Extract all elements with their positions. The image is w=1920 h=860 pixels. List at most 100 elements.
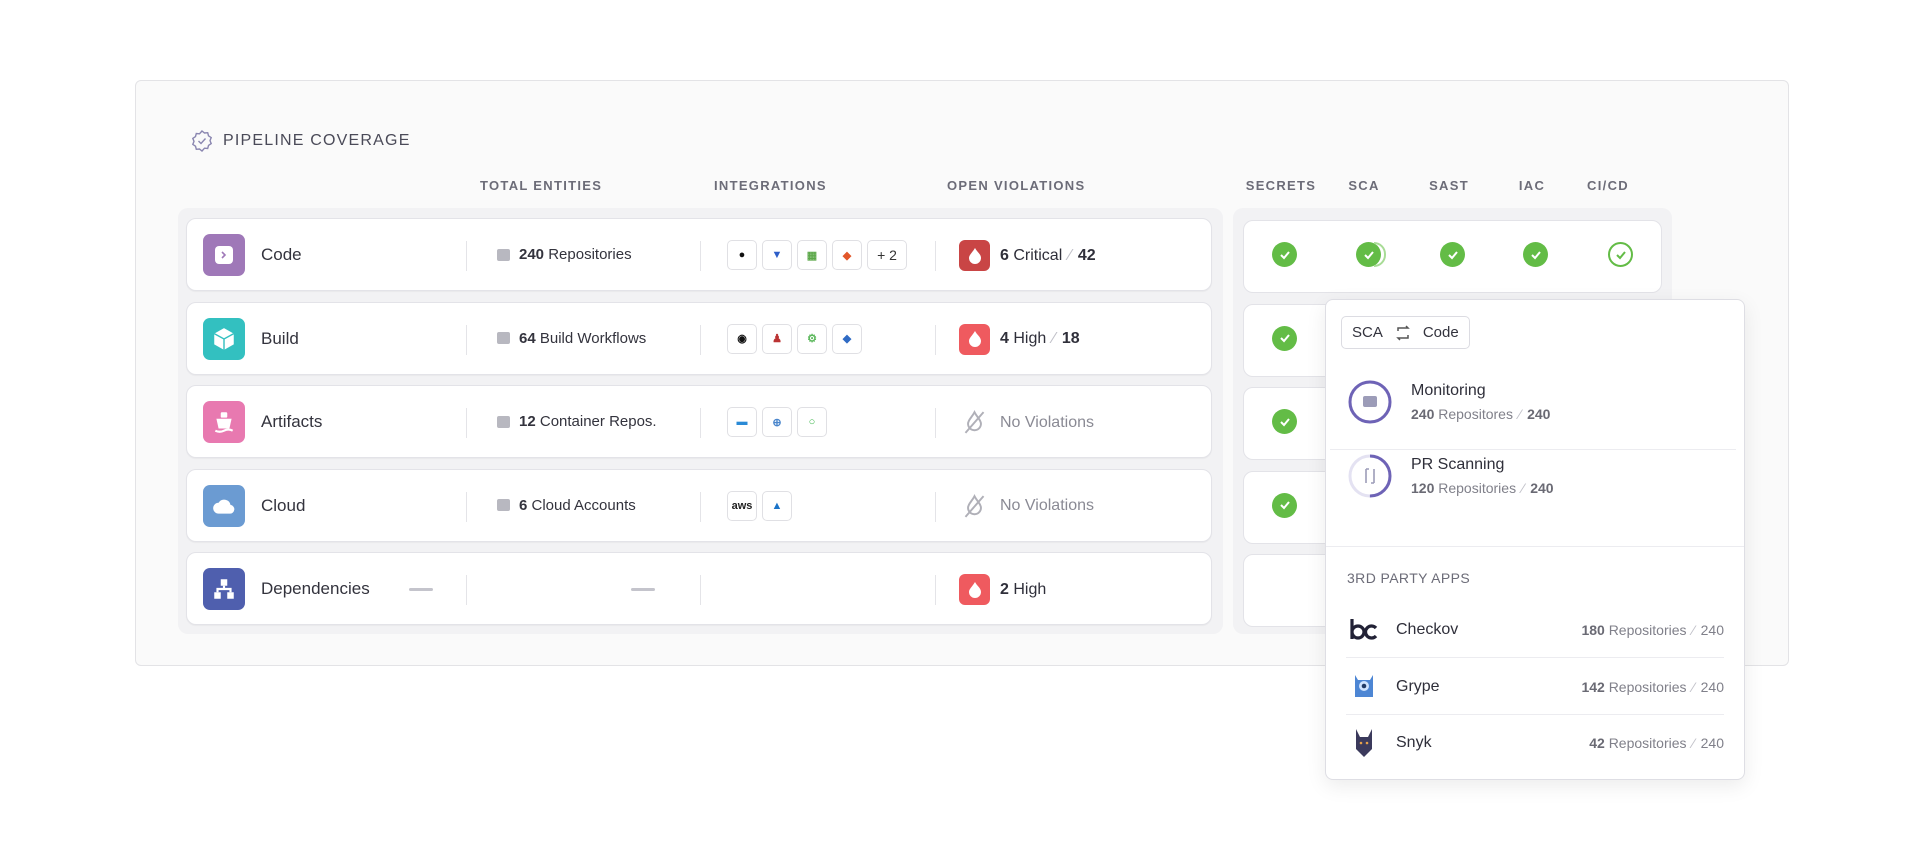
open-violations[interactable]: 4 High ⁄ 18 (959, 323, 1080, 355)
progress-ring-folder-icon (1348, 380, 1392, 424)
cloud-icon (497, 499, 510, 511)
app-name: Snyk (1396, 734, 1432, 751)
app-total: 240 (1700, 622, 1724, 638)
gitlab-integration-icon[interactable]: ◆ (832, 240, 862, 270)
grype-logo (1355, 674, 1373, 697)
ship-icon (203, 401, 245, 443)
no-violations-label: No Violations (1000, 497, 1094, 514)
column-divider (700, 575, 701, 605)
column-divider (466, 241, 467, 271)
nexus-integration-icon[interactable]: ○ (797, 407, 827, 437)
column-divider (466, 324, 467, 355)
coverage-total: 240 (1527, 406, 1551, 422)
aws-integration-icon[interactable]: aws (727, 490, 757, 521)
workflow-icon (497, 332, 510, 344)
azure-pipelines-integration-icon[interactable]: ◆ (832, 323, 862, 354)
column-divider (935, 241, 936, 271)
sca-code-chip: SCA Code (1341, 316, 1470, 349)
open-violations[interactable]: 2 High (959, 574, 1046, 605)
coverage-check-icon[interactable] (1272, 325, 1297, 351)
gitea-integration-icon[interactable]: ▦ (797, 240, 827, 270)
header-coverage: SAST (1429, 178, 1469, 193)
integrations-list: ◉ ♟ ⚙ ◆ (727, 323, 862, 354)
entity-label: Artifacts (261, 412, 323, 431)
coverage-item: PR Scanning 120 Repositories ⁄ 240 (1346, 452, 1554, 500)
app-name: Checkov (1396, 621, 1459, 638)
coverage-check-icon[interactable] (1272, 492, 1297, 518)
flame-icon (968, 247, 981, 264)
total-entities: 6 Cloud Accounts (497, 497, 636, 514)
coverage-unit: Repositories (1438, 480, 1517, 496)
severity-badge (959, 574, 990, 605)
bitbucket-integration-icon[interactable]: ▼ (762, 240, 792, 270)
coverage-check-icon[interactable] (1608, 242, 1633, 267)
coverage-check-icon[interactable] (1440, 242, 1465, 267)
open-violations[interactable]: 6 Critical ⁄ 42 (959, 240, 1096, 271)
section-title: PIPELINE COVERAGE (223, 132, 411, 149)
entity-row-dependencies[interactable]: Dependencies 2 High (186, 552, 1212, 625)
checkov-logo (1350, 619, 1378, 640)
total-entities: 12 Container Repos. (497, 413, 657, 430)
column-divider (935, 324, 936, 355)
app-unit: Repositories (1608, 735, 1687, 751)
entity-label: Code (261, 245, 302, 264)
column-divider (935, 491, 936, 522)
violation-severity: High (1013, 330, 1047, 347)
more-integrations-button[interactable]: + 2 (867, 240, 907, 270)
app-total: 240 (1700, 678, 1724, 695)
violation-count: 2 (1000, 580, 1009, 598)
progress-ring-pull-request-icon (1348, 454, 1392, 498)
chip-code-label: Code (1422, 324, 1459, 341)
coverage-item: Monitoring 240 Repositores ⁄ 240 (1346, 378, 1550, 426)
dependencies-icon (203, 568, 245, 610)
docker-integration-icon[interactable]: ▬ (727, 407, 757, 437)
entity-row-artifacts[interactable]: Artifacts 12 Container Repos. ▬ ⊕ ○ No Violat… (186, 385, 1212, 458)
container-icon (497, 415, 510, 428)
third-party-app-checkov[interactable]: Checkov 180 Repositories ⁄ 240 (1346, 610, 1724, 650)
entity-count: 240 (519, 246, 545, 263)
third-party-app-snyk[interactable]: Snyk 42 Repositories ⁄ 240 (1346, 723, 1724, 763)
entity-row-cloud[interactable]: Cloud 6 Cloud Accounts aws ▲ No Violations (186, 468, 1212, 542)
coverage-count: 240 (1411, 406, 1435, 422)
coverage-check-icon[interactable] (1523, 242, 1548, 267)
divider (1326, 546, 1744, 547)
swap-icon (1396, 324, 1410, 341)
circleci-integration-icon[interactable]: ◉ (727, 323, 757, 354)
harbor-integration-icon[interactable]: ⊕ (762, 407, 792, 437)
app-count: 42 (1589, 735, 1605, 751)
gocd-integration-icon[interactable]: ⚙ (797, 323, 827, 354)
coverage-item-title: PR Scanning (1411, 456, 1505, 473)
coverage-check-icon[interactable] (1272, 242, 1297, 267)
github-integration-icon[interactable]: ● (727, 240, 757, 270)
folder-icon (497, 248, 510, 261)
column-divider (935, 575, 936, 605)
azure-integration-icon[interactable]: ▲ (762, 490, 792, 521)
entity-row-code[interactable]: Code 240 Repositories ● ▼ ▦ ◆ + 2 6 Critical ⁄ … (186, 218, 1212, 291)
violation-total: 18 (1061, 330, 1080, 347)
violation-count: 6 (1000, 246, 1009, 264)
jenkins-integration-icon[interactable]: ♟ (762, 323, 792, 354)
integrations-list: ● ▼ ▦ ◆ + 2 (727, 240, 907, 270)
coverage-check-icon[interactable] (1272, 409, 1297, 434)
header-coverage: SECRETS (1245, 178, 1317, 193)
entity-label: Build (261, 328, 299, 348)
violation-count: 4 (1000, 330, 1009, 347)
entity-label: Cloud (261, 495, 306, 515)
empty-dash (631, 588, 655, 591)
coverage-count: 120 (1411, 480, 1435, 496)
integrations-list: ▬ ⊕ ○ (727, 407, 827, 437)
severity-badge (959, 240, 990, 271)
chip-sca-label: SCA (1352, 324, 1383, 341)
column-divider (700, 491, 701, 522)
header-coverage: IAC (1518, 178, 1546, 193)
app-unit: Repositories (1608, 678, 1687, 695)
severity-badge (959, 323, 990, 355)
third-party-app-grype[interactable]: Grype 142 Repositories ⁄ 240 (1346, 667, 1724, 707)
column-divider (700, 241, 701, 271)
app-count: 180 (1581, 622, 1605, 638)
app-name: Grype (1396, 677, 1440, 695)
app-unit: Repositories (1608, 622, 1687, 638)
entity-row-build[interactable]: Build 64 Build Workflows ◉ ♟ ⚙ ◆ 4 High ⁄ 18 (186, 301, 1212, 375)
entity-type: Repositories (548, 246, 632, 263)
cloud-icon (203, 484, 245, 527)
